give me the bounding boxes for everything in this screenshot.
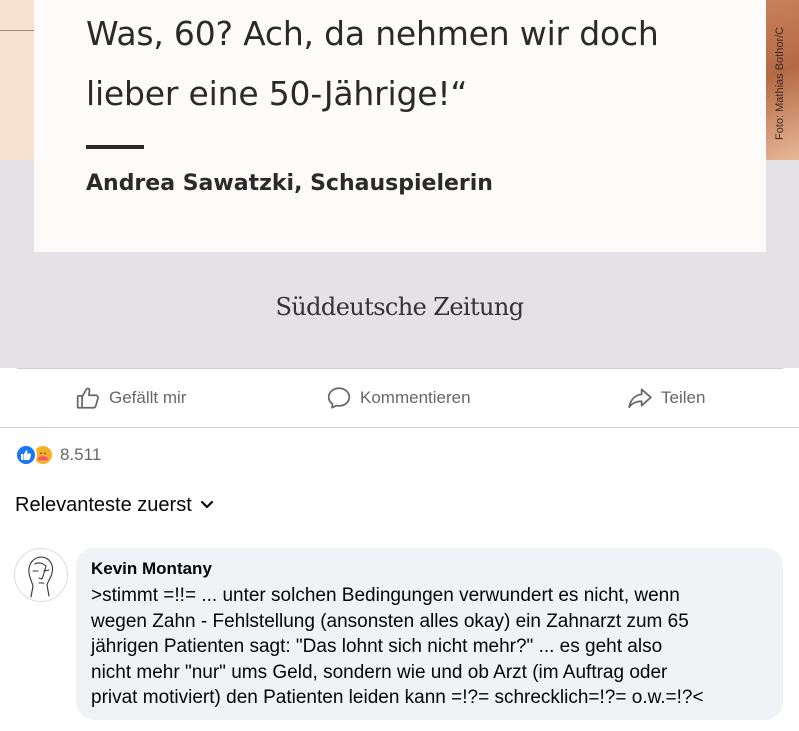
comment-bubble: Kevin Montany >stimmt =!!= ... unter sol… bbox=[76, 548, 783, 720]
share-button[interactable]: Teilen bbox=[627, 383, 705, 413]
comment-button[interactable]: Kommentieren bbox=[326, 383, 471, 413]
quote-text-line-1: Was, 60? Ach, da nehmen wir doch bbox=[86, 14, 659, 53]
reactions-summary[interactable]: 8.511 bbox=[15, 443, 101, 467]
like-button[interactable]: Gefällt mir bbox=[75, 383, 186, 413]
post-image[interactable]: Was, 60? Ach, da nehmen wir doch lieber … bbox=[0, 0, 799, 368]
photo-edge-line bbox=[0, 30, 34, 31]
comment-label: Kommentieren bbox=[360, 388, 471, 407]
comment-text: >stimmt =!!= ... unter solchen Bedingung… bbox=[91, 585, 704, 708]
publisher-logo: Süddeutsche Zeitung bbox=[275, 293, 524, 321]
comment-sort-dropdown[interactable]: Relevanteste zuerst bbox=[15, 492, 214, 518]
share-arrow-icon bbox=[628, 388, 652, 409]
quote-divider bbox=[86, 145, 144, 149]
quote-author: Andrea Sawatzki, Schauspielerin bbox=[86, 171, 493, 196]
quote-text-line-2: lieber eine 50-Jährige!“ bbox=[86, 74, 468, 113]
reaction-count: 8.511 bbox=[60, 445, 102, 464]
quote-card: Was, 60? Ach, da nehmen wir doch lieber … bbox=[34, 0, 766, 252]
photo-credit: Foto: Mathias Bothor/C bbox=[774, 26, 786, 140]
share-label: Teilen bbox=[661, 388, 706, 407]
photo-edge-left bbox=[0, 0, 34, 160]
like-label: Gefällt mir bbox=[109, 388, 187, 407]
thumbs-up-icon bbox=[76, 387, 99, 409]
like-reaction-icon bbox=[15, 444, 37, 466]
divider bbox=[0, 427, 799, 428]
post-action-bar: Gefällt mir Kommentieren Teilen bbox=[0, 369, 799, 427]
commenter-avatar[interactable] bbox=[14, 548, 68, 602]
sort-label: Relevanteste zuerst bbox=[15, 493, 192, 516]
speech-bubble-icon bbox=[327, 387, 351, 409]
comment-author[interactable]: Kevin Montany bbox=[91, 558, 769, 580]
chevron-down-icon bbox=[200, 500, 213, 509]
